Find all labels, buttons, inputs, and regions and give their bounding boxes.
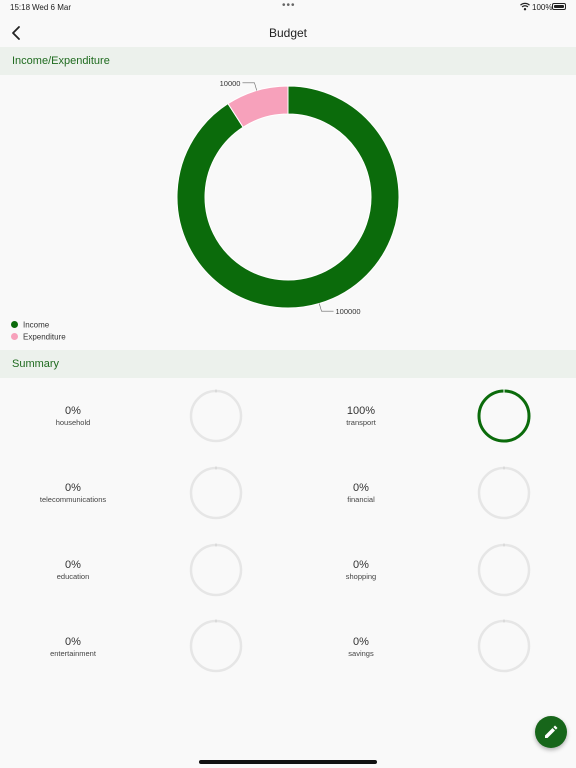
category-percent: 0% xyxy=(65,636,81,648)
navigation-bar: Budget xyxy=(0,20,576,46)
telecommunications-progress-ring xyxy=(189,466,243,520)
progress-ring-track xyxy=(189,543,243,597)
category-percent: 0% xyxy=(353,636,369,648)
progress-ring-fill xyxy=(477,389,531,443)
multitasking-dots-icon[interactable]: ••• xyxy=(282,0,296,11)
battery-percentage: 100% xyxy=(532,3,553,12)
category-percent: 0% xyxy=(65,405,81,417)
entertainment-progress-ring xyxy=(189,619,243,673)
donut-slice-income[interactable] xyxy=(176,85,400,309)
category-percent: 100% xyxy=(346,405,376,417)
page-title: Budget xyxy=(268,26,308,40)
category-name: household xyxy=(55,418,91,427)
status-date: Wed 6 Mar xyxy=(32,3,71,12)
edit-fab-button[interactable] xyxy=(535,716,567,748)
category-transport[interactable]: 100% transport xyxy=(291,405,431,427)
education-progress-ring xyxy=(189,543,243,597)
progress-ring-track xyxy=(189,389,243,443)
shopping-progress-ring xyxy=(477,543,531,597)
category-household[interactable]: 0% household xyxy=(3,405,143,427)
progress-ring-track xyxy=(477,543,531,597)
category-savings[interactable]: 0% savings xyxy=(291,636,431,658)
summary-header: Summary xyxy=(0,350,576,378)
legend-income-label: Income xyxy=(23,320,50,330)
category-telecommunications[interactable]: 0% telecommunications xyxy=(3,482,143,504)
label-leader-line xyxy=(318,303,334,312)
category-shopping[interactable]: 0% shopping xyxy=(291,559,431,581)
category-name: education xyxy=(56,572,90,581)
battery-icon xyxy=(552,3,566,10)
category-percent: 0% xyxy=(353,559,369,571)
legend-expenditure-label: Expenditure xyxy=(23,332,66,342)
label-leader-line xyxy=(242,82,258,91)
category-entertainment[interactable]: 0% entertainment xyxy=(3,636,143,658)
progress-ring-track xyxy=(477,466,531,520)
financial-progress-ring xyxy=(477,466,531,520)
income-expenditure-header: Income/Expenditure xyxy=(0,47,576,75)
category-name: transport xyxy=(346,418,376,427)
category-name: telecommunications xyxy=(39,495,107,504)
income-expenditure-donut-chart: 100000 10000 xyxy=(176,79,400,316)
status-bar: 15:18 Wed 6 Mar ••• 100% xyxy=(0,0,576,16)
savings-progress-ring xyxy=(477,619,531,673)
category-name: savings xyxy=(348,649,374,658)
donut-data-label: 10000 xyxy=(220,79,241,88)
category-name: shopping xyxy=(345,572,377,581)
progress-ring-track xyxy=(477,619,531,673)
legend-item-expenditure: Expenditure xyxy=(11,332,66,341)
legend-income-swatch xyxy=(11,321,18,329)
category-education[interactable]: 0% education xyxy=(3,559,143,581)
household-progress-ring xyxy=(189,389,243,443)
home-indicator[interactable] xyxy=(199,760,377,764)
category-financial[interactable]: 0% financial xyxy=(291,482,431,504)
progress-ring-track xyxy=(189,619,243,673)
category-name: entertainment xyxy=(50,649,96,658)
progress-ring-track xyxy=(189,466,243,520)
status-time: 15:18 xyxy=(10,3,31,12)
pencil-icon xyxy=(545,725,558,738)
donut-data-label: 100000 xyxy=(336,307,361,316)
category-percent: 0% xyxy=(353,482,369,494)
category-percent: 0% xyxy=(65,482,81,494)
wifi-icon xyxy=(520,2,530,11)
legend-expenditure-swatch xyxy=(11,333,18,341)
legend-item-income: Income xyxy=(11,320,49,329)
category-name: financial xyxy=(347,495,375,504)
category-percent: 0% xyxy=(65,559,81,571)
transport-progress-ring xyxy=(477,389,531,443)
